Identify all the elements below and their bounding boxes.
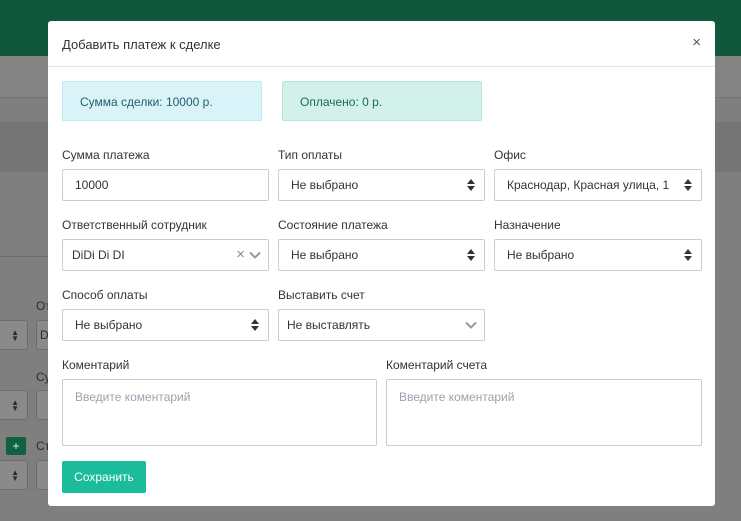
payment-method-select[interactable]: Не выбрано [62, 309, 269, 341]
invoice-comment-label: Коментарий счета [386, 358, 488, 372]
modal-title: Добавить платеж к сделке [62, 37, 221, 52]
paid-amount-alert: Оплачено: 0 р. [282, 81, 482, 121]
payment-status-value: Не выбрано [291, 248, 359, 262]
payment-amount-label: Сумма платежа [62, 148, 150, 162]
purpose-label: Назначение [494, 218, 561, 232]
close-icon[interactable]: × [692, 35, 701, 51]
sort-icon: ▲ ▼ [11, 398, 19, 413]
background-select: ▲ ▼ [0, 320, 28, 350]
comment-textarea[interactable]: Введите коментарий [62, 379, 377, 446]
add-payment-modal: Добавить платеж к сделке × Сумма сделки:… [48, 21, 715, 506]
comment-label: Коментарий [62, 358, 130, 372]
payment-status-label: Состояние платежа [278, 218, 388, 232]
sort-icon [467, 179, 475, 191]
responsible-select[interactable]: DiDi Di DI × [62, 239, 269, 271]
deal-amount-alert: Сумма сделки: 10000 р. [62, 81, 262, 121]
background-add-button: + [6, 437, 26, 455]
background-select: ▲ ▼ [0, 390, 28, 420]
payment-method-value: Не выбрано [75, 318, 143, 332]
purpose-value: Не выбрано [507, 248, 575, 262]
payment-amount-value: 10000 [75, 178, 109, 192]
payment-type-value: Не выбрано [291, 178, 359, 192]
office-value: Краснодар, Красная улица, 1 [507, 178, 670, 192]
invoice-value: Не выставлять [287, 318, 371, 332]
sort-icon [467, 249, 475, 261]
invoice-comment-textarea[interactable]: Введите коментарий [386, 379, 702, 446]
chevron-down-icon [465, 321, 477, 329]
payment-status-select[interactable]: Не выбрано [278, 239, 485, 271]
payment-method-label: Способ оплаты [62, 288, 148, 302]
modal-header: Добавить платеж к сделке × [48, 21, 715, 67]
clear-icon[interactable]: × [236, 240, 245, 270]
invoice-select[interactable]: Не выставлять [278, 309, 485, 341]
background-select: ▲ ▼ [0, 460, 28, 490]
sort-icon: ▲ ▼ [11, 328, 19, 343]
office-select[interactable]: Краснодар, Красная улица, 1 [494, 169, 702, 201]
sort-icon: ▲ ▼ [11, 468, 19, 483]
sort-icon [684, 249, 692, 261]
responsible-value: DiDi Di DI [72, 248, 125, 262]
app-divider [0, 256, 48, 257]
payment-amount-input[interactable]: 10000 [62, 169, 269, 201]
responsible-label: Ответственный сотрудник [62, 218, 207, 232]
payment-type-select[interactable]: Не выбрано [278, 169, 485, 201]
purpose-select[interactable]: Не выбрано [494, 239, 702, 271]
chevron-down-icon [249, 251, 261, 259]
save-button[interactable]: Сохранить [62, 461, 146, 493]
office-label: Офис [494, 148, 526, 162]
payment-type-label: Тип оплаты [278, 148, 343, 162]
sort-icon [251, 319, 259, 331]
sort-icon [684, 179, 692, 191]
invoice-label: Выставить счет [278, 288, 365, 302]
